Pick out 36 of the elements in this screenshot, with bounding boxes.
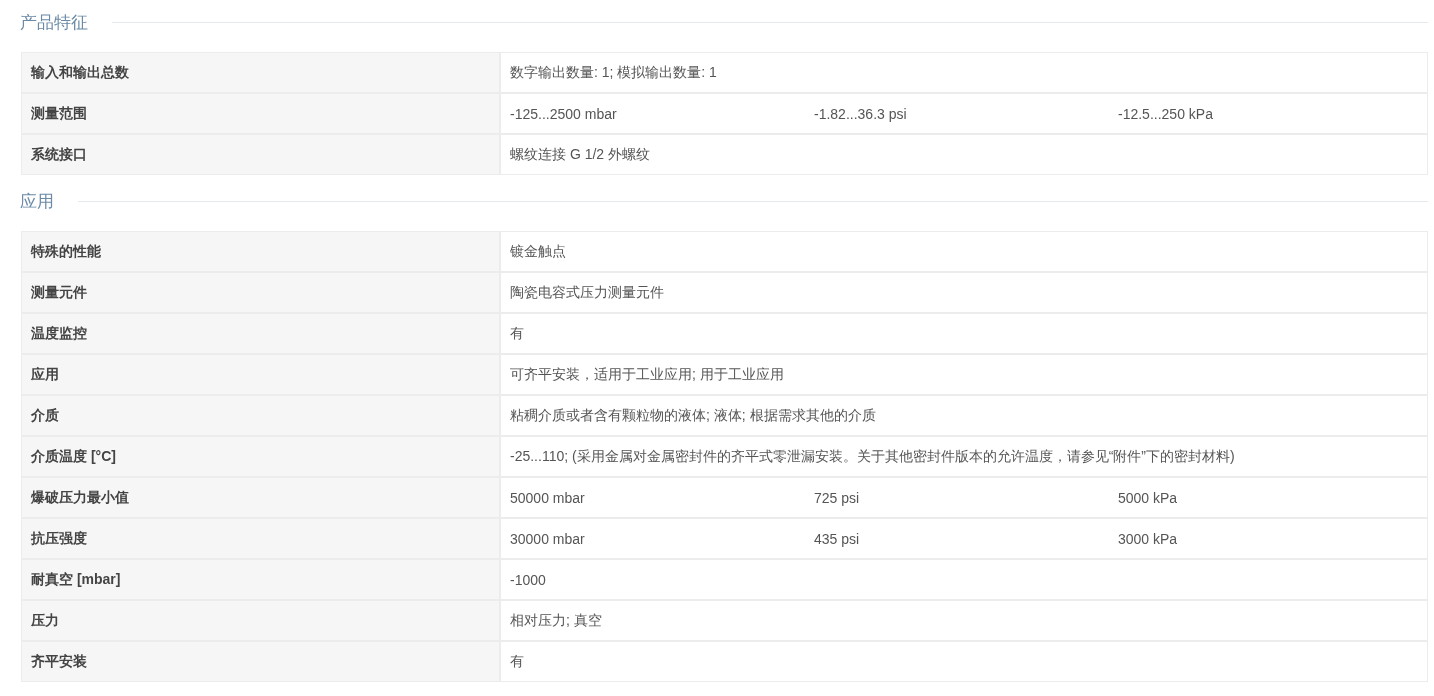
spec-label-cell: 测量元件 (22, 273, 501, 312)
spec-label-cell: 耐真空 [mbar] (22, 560, 501, 599)
spec-value: 粘稠介质或者含有颗粒物的液体; 液体; 根据需求其他的介质 (510, 406, 876, 425)
spec-label-cell: 特殊的性能 (22, 232, 501, 271)
spec-value: 螺纹连接 G 1/2 外螺纹 (510, 145, 651, 164)
spec-value: 30000 mbar (510, 530, 586, 547)
spec-value: -25...110; (采用金属对金属密封件的齐平式零泄漏安装。关于其他密封件版本的允许温度，请参见“附件”下的密封材料) (510, 447, 1235, 466)
section-title: 应用 (20, 190, 54, 213)
spec-label-cell: 齐平安装 (22, 642, 501, 681)
spec-value: 数字输出数量: 1; 模拟输出数量: 1 (510, 63, 717, 82)
spec-value: 435 psi (814, 530, 861, 547)
spec-label-cell: 测量范围 (22, 94, 501, 133)
spec-value: -1000 (510, 571, 546, 588)
spec-label-cell: 介质温度 [°C] (22, 437, 501, 476)
spec-label-cell: 压力 (22, 601, 501, 640)
spec-value: 725 psi (814, 489, 861, 506)
spec-value: 相对压力; 真空 (510, 611, 602, 630)
spec-value: 有 (510, 652, 524, 671)
spec-value: 3000 kPa (1118, 530, 1179, 547)
spec-value: 陶瓷电容式压力测量元件 (510, 283, 664, 302)
spec-value: -12.5...250 kPa (1118, 105, 1214, 122)
spec-value: 可齐平安装，适用于工业应用; 用于工业应用 (510, 365, 784, 384)
spec-value: -1.82...36.3 psi (814, 105, 908, 122)
spec-label-cell: 抗压强度 (22, 519, 501, 558)
spec-label-cell: 温度监控 (22, 314, 501, 353)
spec-value: 50000 mbar (510, 489, 586, 506)
spec-value: 5000 kPa (1118, 489, 1179, 506)
spec-label-cell: 介质 (22, 396, 501, 435)
spec-label-cell: 输入和输出总数 (22, 53, 501, 92)
section-title: 产品特征 (20, 11, 88, 34)
spec-value: -125...2500 mbar (510, 105, 618, 122)
spec-value: 镀金触点 (510, 242, 566, 261)
spec-label-cell: 爆破压力最小值 (22, 478, 501, 517)
spec-label-cell: 应用 (22, 355, 501, 394)
spec-label-cell: 系统接口 (22, 135, 501, 174)
spec-value: 有 (510, 324, 524, 343)
